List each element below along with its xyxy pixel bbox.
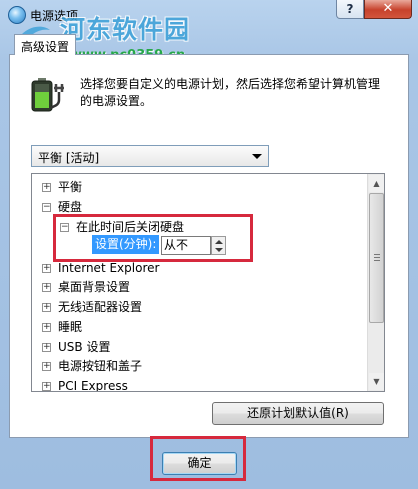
expand-icon[interactable]: + bbox=[42, 183, 51, 192]
battery-plug-icon bbox=[31, 78, 64, 112]
power-plan-value: 平衡 [活动] bbox=[38, 151, 100, 165]
tree-item-label: 桌面背景设置 bbox=[58, 280, 131, 294]
description-text: 选择您要自定义的电源计划，然后选择您希望计算机管理的电源设置。 bbox=[80, 77, 381, 108]
power-plan-select[interactable]: 平衡 [活动] bbox=[31, 145, 269, 167]
expand-icon[interactable]: + bbox=[42, 264, 51, 273]
settings-tree[interactable]: + 平衡 − 硬盘 − 在此时间后关闭硬盘 设置(分钟): 从不 + Inter… bbox=[31, 173, 385, 392]
scroll-up-icon[interactable]: ▲ bbox=[369, 175, 384, 192]
scroll-down-icon[interactable]: ▼ bbox=[369, 373, 384, 390]
tree-scrollbar[interactable]: ▲ ▼ bbox=[367, 174, 384, 391]
expand-icon[interactable]: + bbox=[42, 303, 51, 312]
tree-item[interactable]: + 桌面背景设置 bbox=[42, 277, 130, 297]
annotation-highlight-setting bbox=[53, 214, 253, 262]
tab-advanced-settings[interactable]: 高级设置 bbox=[14, 34, 76, 55]
expand-icon[interactable]: + bbox=[42, 343, 51, 352]
tree-item[interactable]: + 睡眠 bbox=[42, 317, 82, 337]
expand-icon[interactable]: + bbox=[42, 362, 51, 371]
tree-item[interactable]: + PCI Express bbox=[42, 376, 128, 392]
scrollbar-thumb[interactable] bbox=[369, 193, 384, 323]
tree-item-label: Internet Explorer bbox=[58, 261, 160, 275]
collapse-icon[interactable]: − bbox=[42, 203, 51, 212]
tree-item[interactable]: + 无线适配器设置 bbox=[42, 297, 142, 317]
expand-icon[interactable]: + bbox=[42, 283, 51, 292]
tree-item[interactable]: + 电源按钮和盖子 bbox=[42, 356, 142, 376]
close-button[interactable]: ✕ bbox=[364, 0, 412, 19]
restore-defaults-button[interactable]: 还原计划默认值(R) bbox=[212, 402, 384, 425]
tree-item-label: USB 设置 bbox=[58, 340, 111, 354]
tree-item-label: 电源按钮和盖子 bbox=[58, 359, 143, 373]
chevron-down-icon bbox=[252, 154, 262, 159]
tree-item-label: 无线适配器设置 bbox=[58, 300, 143, 314]
ok-button[interactable]: 确定 bbox=[162, 452, 237, 475]
expand-icon[interactable]: + bbox=[42, 323, 51, 332]
tree-item[interactable]: + USB 设置 bbox=[42, 337, 110, 357]
expand-icon[interactable]: + bbox=[42, 382, 51, 391]
help-button[interactable]: ? bbox=[336, 0, 364, 19]
tree-item[interactable]: + 平衡 bbox=[42, 177, 82, 197]
watermark-brand: 河东软件园 bbox=[60, 15, 191, 44]
tree-item-label: PCI Express bbox=[58, 379, 128, 392]
